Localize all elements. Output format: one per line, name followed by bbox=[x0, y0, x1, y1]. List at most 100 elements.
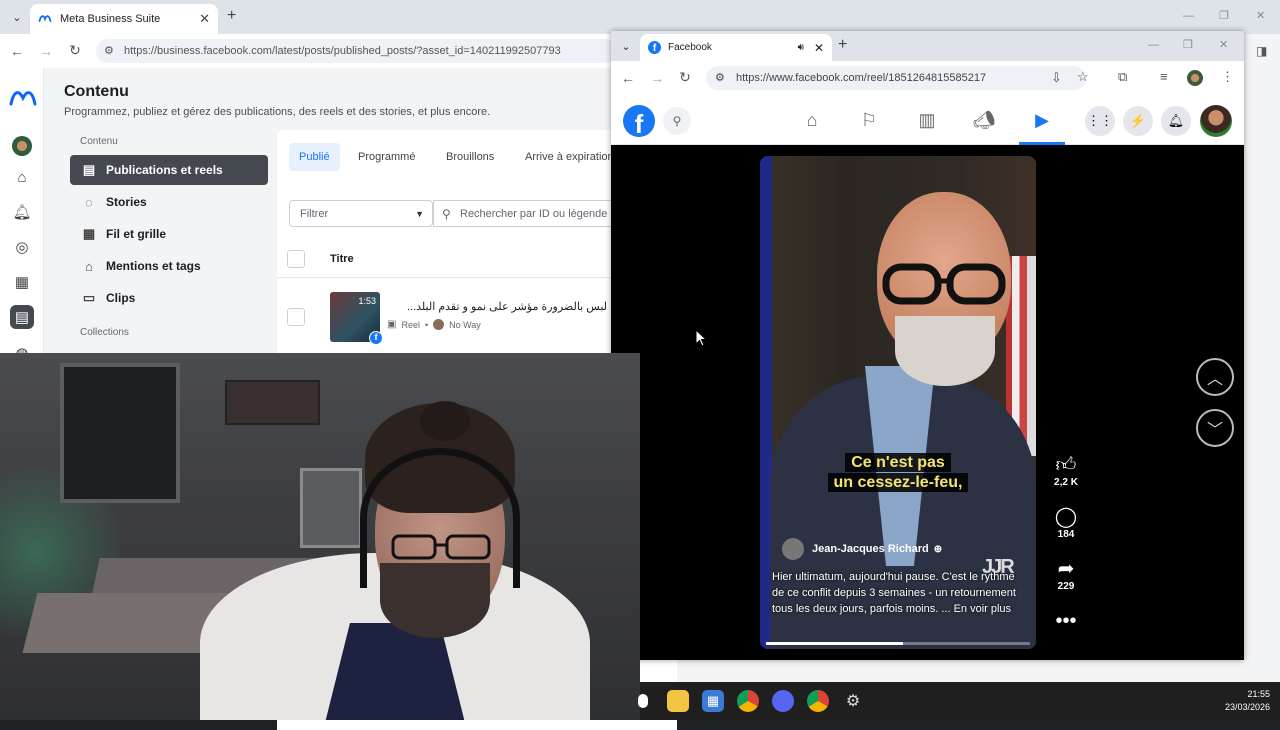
back-tab-bar: ⌄ Meta Business Suite ✕ + — ❐ ✕ bbox=[0, 0, 1280, 34]
close-window-icon[interactable]: ✕ bbox=[1256, 9, 1265, 22]
tab-published[interactable]: Publié bbox=[289, 143, 340, 171]
compass-icon[interactable]: ◎ bbox=[10, 235, 34, 259]
share-button[interactable]: ➦ 229 bbox=[1049, 557, 1083, 592]
discord-icon[interactable] bbox=[772, 690, 794, 712]
forward-arrow-icon[interactable]: → bbox=[647, 70, 667, 86]
settings-gear-icon[interactable]: ⚙ bbox=[842, 690, 864, 712]
messenger-icon[interactable]: ⚡ bbox=[1123, 106, 1153, 136]
subnav-item-clips[interactable]: ▭ Clips bbox=[70, 283, 268, 313]
reload-icon[interactable]: ↻ bbox=[65, 42, 85, 59]
page-avatar-icon[interactable] bbox=[10, 134, 34, 158]
media-controls-icon[interactable]: ≡ bbox=[1160, 69, 1168, 84]
active-tab-indicator bbox=[1019, 142, 1065, 145]
subnav-item-posts-reels[interactable]: ▤ Publications et reels bbox=[70, 155, 268, 185]
comment-icon: ◯ bbox=[1054, 506, 1078, 528]
row-checkbox[interactable] bbox=[287, 308, 305, 326]
chrome-profile-icon[interactable] bbox=[807, 690, 829, 712]
nav-dashboard-icon[interactable]: ▥ bbox=[907, 106, 947, 134]
tab-search-button[interactable]: ⌄ bbox=[615, 35, 637, 57]
nav-pages-flag-icon[interactable]: ⚐ bbox=[849, 106, 889, 134]
post-meta: ▣ Reel • No Way bbox=[387, 319, 481, 330]
table-icon[interactable]: ▦ bbox=[10, 270, 34, 294]
back-arrow-icon[interactable]: ← bbox=[7, 43, 27, 59]
subnav-item-feed-grid[interactable]: ▦ Fil et grille bbox=[70, 219, 268, 249]
task-view-icon[interactable] bbox=[638, 694, 648, 708]
content-icon[interactable]: ▤ bbox=[10, 305, 34, 329]
clock-time: 21:55 bbox=[1247, 689, 1270, 699]
minimize-icon[interactable]: — bbox=[1183, 10, 1194, 22]
profile-avatar-icon[interactable] bbox=[1187, 70, 1203, 86]
front-toolbar: ← → ↻ ⚙ https://www.facebook.com/reel/18… bbox=[611, 61, 1244, 95]
previous-reel-button[interactable]: ︿ bbox=[1196, 358, 1234, 396]
notifications-icon[interactable]: 🔔︎ bbox=[10, 200, 34, 224]
tab-expiring[interactable]: Arrive à expiration bbox=[515, 143, 624, 171]
audio-playing-icon[interactable]: 🔊︎ bbox=[798, 42, 804, 53]
tab-scheduled[interactable]: Programmé bbox=[348, 143, 425, 171]
side-panel-icon[interactable]: ◨ bbox=[1256, 44, 1267, 58]
meta-logo-icon[interactable] bbox=[8, 88, 38, 108]
subnav-item-mentions[interactable]: ⌂ Mentions et tags bbox=[70, 251, 268, 281]
subnav-item-stories[interactable]: ◌ Stories bbox=[70, 187, 268, 217]
search-icon: ⚲ bbox=[442, 207, 451, 221]
site-info-icon[interactable]: ⚙ bbox=[104, 44, 114, 57]
store-icon[interactable]: ▦ bbox=[702, 690, 724, 712]
forward-arrow-icon[interactable]: → bbox=[36, 43, 56, 59]
post-title[interactable]: لبس بالضرورة مؤشر على نمو و تقدم البلد..… bbox=[387, 300, 607, 313]
tab-search-button[interactable]: ⌄ bbox=[6, 6, 28, 28]
restore-icon[interactable]: ❐ bbox=[1219, 9, 1229, 22]
back-arrow-icon[interactable]: ← bbox=[618, 70, 638, 86]
account-avatar[interactable] bbox=[1200, 105, 1232, 137]
nav-ads-megaphone-icon[interactable]: 📣︎ bbox=[964, 106, 1004, 134]
tab-drafts[interactable]: Brouillons bbox=[436, 143, 504, 171]
close-tab-icon[interactable]: ✕ bbox=[199, 11, 210, 27]
nav-home-icon[interactable]: ⌂ bbox=[792, 106, 832, 134]
more-dots-icon: ••• bbox=[1055, 610, 1077, 632]
site-info-icon[interactable]: ⚙ bbox=[715, 71, 725, 84]
next-reel-button[interactable]: ﹀ bbox=[1196, 409, 1234, 447]
home-icon[interactable]: ⌂ bbox=[10, 165, 34, 189]
front-tab-bar: ⌄ f Facebook 🔊︎ ✕ + — ❐ ✕ bbox=[611, 31, 1244, 61]
post-thumbnail[interactable]: 1:53 f bbox=[330, 292, 383, 345]
filter-dropdown[interactable]: Filtrer ▼ bbox=[289, 200, 433, 227]
chrome-icon[interactable] bbox=[737, 690, 759, 712]
facebook-logo-icon[interactable]: f bbox=[623, 105, 655, 137]
system-clock[interactable]: 21:55 23/03/2026 bbox=[1225, 688, 1270, 714]
comment-count: 184 bbox=[1057, 529, 1075, 540]
page-title: Contenu bbox=[64, 83, 129, 100]
stories-icon: ◌ bbox=[85, 194, 93, 210]
grid-icon: ▦ bbox=[82, 226, 96, 241]
tab-meta-business-suite[interactable]: Meta Business Suite ✕ bbox=[30, 4, 218, 34]
close-window-icon[interactable]: ✕ bbox=[1219, 38, 1228, 51]
reload-icon[interactable]: ↻ bbox=[675, 69, 695, 86]
close-tab-icon[interactable]: ✕ bbox=[814, 41, 824, 55]
select-all-checkbox[interactable] bbox=[287, 250, 305, 268]
browser-menu-icon[interactable]: ⋮ bbox=[1221, 69, 1234, 85]
menu-grid-icon[interactable]: ⋮⋮ bbox=[1085, 106, 1115, 136]
reel-icon: ▣ bbox=[387, 319, 397, 330]
nav-reels-icon[interactable]: ▶ bbox=[1022, 106, 1062, 134]
new-tab-icon[interactable]: + bbox=[838, 36, 847, 54]
front-address-bar[interactable]: ⚙ https://www.facebook.com/reel/18512648… bbox=[706, 66, 1086, 90]
more-options-button[interactable]: ••• bbox=[1049, 609, 1083, 633]
tab-facebook[interactable]: f Facebook 🔊︎ ✕ bbox=[640, 34, 832, 61]
restore-icon[interactable]: ❐ bbox=[1183, 38, 1193, 51]
minimize-icon[interactable]: — bbox=[1148, 39, 1159, 51]
notifications-bell-icon[interactable]: 🔔︎ bbox=[1161, 106, 1191, 136]
file-explorer-icon[interactable] bbox=[667, 690, 689, 712]
facebook-badge-icon: f bbox=[369, 331, 383, 345]
like-button[interactable]: 👍︎ 2,2 K bbox=[1049, 453, 1083, 488]
reel-description[interactable]: Hier ultimatum, aujourd'hui pause. C'est… bbox=[772, 569, 1017, 617]
comment-button[interactable]: ◯ 184 bbox=[1049, 505, 1083, 540]
reel-author[interactable]: Jean-Jacques Richard ⊕ bbox=[782, 538, 942, 560]
reel-video[interactable]: Ce n'est pas un cessez-le-feu, Jean-Jacq… bbox=[760, 156, 1036, 649]
subnav-item-label: Clips bbox=[106, 291, 136, 305]
progress-fill bbox=[766, 642, 904, 645]
new-tab-icon[interactable]: + bbox=[227, 7, 236, 25]
bookmark-star-icon[interactable]: ☆ bbox=[1077, 69, 1089, 85]
facebook-search-button[interactable]: ⚲ bbox=[663, 107, 691, 135]
install-app-icon[interactable]: ⇩ bbox=[1051, 70, 1062, 86]
extensions-icon[interactable]: ⧉ bbox=[1118, 69, 1127, 85]
subnav-section-label: Collections bbox=[80, 327, 129, 338]
back-address-bar[interactable]: ⚙ https://business.facebook.com/latest/p… bbox=[96, 39, 616, 63]
video-progress-bar[interactable] bbox=[766, 642, 1030, 645]
